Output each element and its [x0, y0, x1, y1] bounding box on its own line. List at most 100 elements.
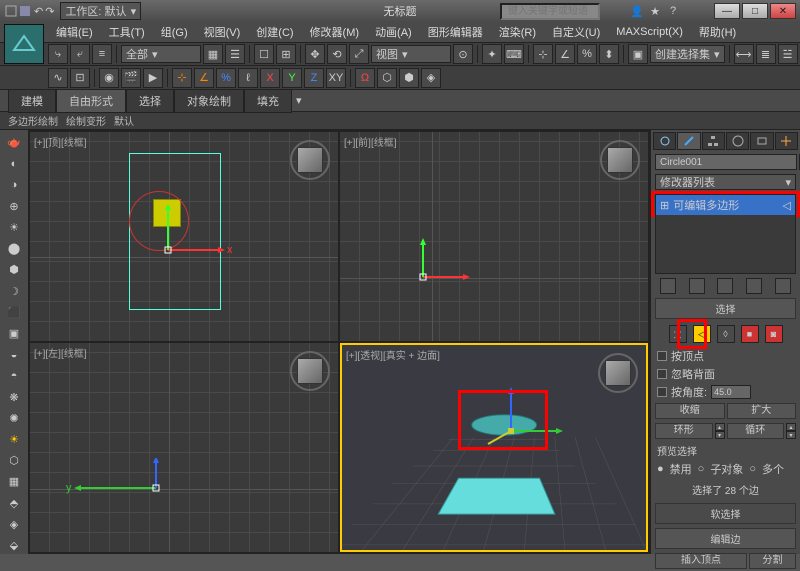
qat-icon[interactable] [4, 4, 18, 18]
subribbon-polydraw[interactable]: 多边形绘制 [8, 113, 58, 128]
menu-render[interactable]: 渲染(R) [491, 22, 544, 42]
viewcube-top[interactable] [290, 140, 330, 180]
lt-icon-18[interactable]: ◈ [3, 516, 25, 533]
render-setup-icon[interactable]: 🎬 [121, 68, 141, 88]
tool-b-icon[interactable]: ⬢ [399, 68, 419, 88]
ribbon-tab-freeform[interactable]: 自由形式 [56, 89, 126, 113]
ring-up-icon[interactable]: ▴ [715, 423, 725, 431]
ribbon-tab-model[interactable]: 建模 [8, 89, 56, 113]
radio-subobj[interactable]: ○ [698, 463, 705, 475]
lt-icon-8[interactable]: ⬛ [3, 304, 25, 321]
lt-icon-15[interactable]: ⬡ [3, 452, 25, 469]
lt-icon-13[interactable]: ✺ [3, 410, 25, 427]
lt-icon-1[interactable]: ◐ [3, 155, 25, 172]
snap2-icon[interactable]: ⊹ [172, 68, 192, 88]
subribbon-default[interactable]: 默认 [114, 113, 134, 128]
viewcube-persp[interactable] [598, 353, 638, 393]
axis-xy-icon[interactable]: XY [326, 68, 346, 88]
modifier-stack[interactable]: ⊞ 可编辑多边形 ◁ [655, 194, 796, 274]
window-crossing-icon[interactable]: ⊞ [276, 44, 296, 64]
tab-motion[interactable] [726, 132, 749, 150]
select-object-icon[interactable]: ▦ [203, 44, 223, 64]
lt-icon-6[interactable]: ⬢ [3, 261, 25, 278]
ribbon-tab-fill[interactable]: 填充 [244, 89, 292, 113]
viewcube-front[interactable] [600, 140, 640, 180]
snap4-icon[interactable]: % [216, 68, 236, 88]
select-link-icon[interactable]: ⤷ [48, 44, 68, 64]
coord-system-dropdown[interactable]: 视图▾ [371, 45, 451, 63]
menu-help[interactable]: 帮助(H) [691, 22, 744, 42]
render-frame-icon[interactable]: ▶ [143, 68, 163, 88]
menu-group[interactable]: 组(G) [153, 22, 196, 42]
move-icon[interactable]: ✥ [305, 44, 325, 64]
percent-snap-icon[interactable]: % [577, 44, 597, 64]
selection-filter-dropdown[interactable]: 全部▾ [121, 45, 201, 63]
maximize-button[interactable]: □ [742, 3, 768, 19]
layer-icon[interactable]: ☱ [778, 44, 798, 64]
element-mode-icon[interactable]: ◙ [765, 325, 783, 343]
radio-off[interactable]: ● [657, 463, 664, 475]
help-icon[interactable]: ? [666, 4, 680, 18]
lt-icon-10[interactable]: ◒ [3, 346, 25, 363]
show-result-icon[interactable] [689, 278, 705, 294]
polygon-mode-icon[interactable]: ■ [741, 325, 759, 343]
menu-view[interactable]: 视图(V) [196, 22, 249, 42]
shrink-button[interactable]: 收缩 [655, 403, 725, 419]
viewcube-left[interactable] [290, 351, 330, 391]
viewport-front[interactable]: [+][前][线框] [340, 132, 648, 341]
menu-maxscript[interactable]: MAXScript(X) [608, 24, 691, 40]
menu-animation[interactable]: 动画(A) [367, 22, 420, 42]
tab-hierarchy[interactable] [702, 132, 725, 150]
unique-icon[interactable] [717, 278, 733, 294]
lt-icon-2[interactable]: ◑ [3, 176, 25, 193]
menu-custom[interactable]: 自定义(U) [544, 22, 608, 42]
configure-icon[interactable] [775, 278, 791, 294]
tab-create[interactable] [653, 132, 676, 150]
rollout-selection[interactable]: 选择 [655, 298, 796, 319]
search-input[interactable] [500, 3, 600, 20]
menu-modifiers[interactable]: 修改器(M) [302, 22, 368, 42]
teapot-icon[interactable]: 🫖 [3, 134, 25, 151]
snap-icon[interactable]: ⊹ [533, 44, 553, 64]
pin-stack-icon[interactable] [660, 278, 676, 294]
lt-icon-16[interactable]: ▦ [3, 473, 25, 490]
axis-y-icon[interactable]: Y [282, 68, 302, 88]
schematic-icon[interactable]: ⊡ [70, 68, 90, 88]
byvertex-checkbox[interactable] [657, 351, 667, 361]
workspace-dropdown[interactable]: 工作区: 默认 ▾ [60, 2, 141, 20]
bind-icon[interactable]: ≡ [92, 44, 112, 64]
stack-item-editable-poly[interactable]: ⊞ 可编辑多边形 ◁ [656, 195, 795, 215]
stack-expand-icon[interactable]: ⊞ [660, 199, 669, 212]
snap5-icon[interactable]: ℓ [238, 68, 258, 88]
named-sel-icon[interactable]: ▣ [628, 44, 648, 64]
modifier-list-dropdown[interactable]: 修改器列表▾ [655, 174, 796, 190]
lt-icon-5[interactable]: ⬤ [3, 240, 25, 257]
loop-down-icon[interactable]: ▾ [786, 431, 796, 439]
login-icon[interactable]: 👤 [630, 4, 644, 18]
byangle-checkbox[interactable] [657, 387, 667, 397]
star-icon[interactable]: ★ [648, 4, 662, 18]
axis-x-icon[interactable]: X [260, 68, 280, 88]
qat-undo-icon[interactable]: ↶ [34, 5, 43, 18]
ribbon-tab-objpaint[interactable]: 对象绘制 [174, 89, 244, 113]
radio-multi[interactable]: ○ [749, 463, 756, 475]
lt-icon-14[interactable]: ☀ [3, 431, 25, 448]
tool-c-icon[interactable]: ◈ [421, 68, 441, 88]
lt-icon-4[interactable]: ☀ [3, 219, 25, 236]
lt-icon-19[interactable]: ⬙ [3, 537, 25, 554]
grow-button[interactable]: 扩大 [727, 403, 797, 419]
viewport-perspective[interactable]: [+][透视][真实 + 边面] [340, 343, 648, 552]
split-button[interactable]: 分割 [749, 553, 796, 569]
close-button[interactable]: ✕ [770, 3, 796, 19]
rollout-editedge[interactable]: 编辑边 [655, 528, 796, 549]
qat-save-icon[interactable] [18, 4, 32, 18]
ignoreback-checkbox[interactable] [657, 369, 667, 379]
spinner-snap-icon[interactable]: ⬍ [599, 44, 619, 64]
tab-modify[interactable] [677, 132, 700, 150]
align-icon[interactable]: ≣ [756, 44, 776, 64]
material-icon[interactable]: ◉ [99, 68, 119, 88]
insertvert-button[interactable]: 插入顶点 [655, 553, 747, 569]
tab-display[interactable] [750, 132, 773, 150]
mirror-icon[interactable]: ⟷ [734, 44, 754, 64]
angle-spinner[interactable] [711, 385, 751, 399]
